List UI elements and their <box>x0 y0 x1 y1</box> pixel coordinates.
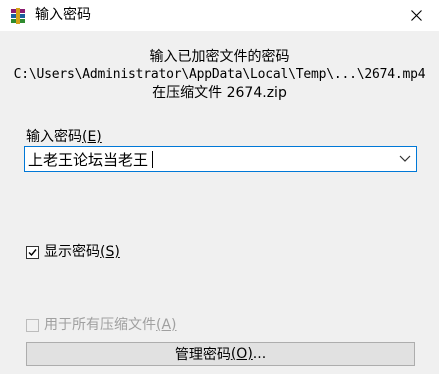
info-line-1: 输入已加密文件的密码 <box>149 49 290 65</box>
window-title: 输入密码 <box>35 7 91 23</box>
close-icon <box>410 10 422 21</box>
manage-passwords-button[interactable]: 管理密码 (O)... <box>26 342 415 366</box>
password-label: 输入密码(E) <box>26 129 102 145</box>
all-archives-accel: (A) <box>156 317 177 333</box>
close-button[interactable] <box>393 0 439 31</box>
all-archives-checkbox[interactable] <box>26 318 39 332</box>
all-archives-row[interactable]: 用于所有压缩文件 (A) <box>26 316 177 334</box>
checkmark-icon <box>28 248 37 256</box>
manage-passwords-ellipsis: ... <box>252 346 267 362</box>
chevron-down-icon[interactable] <box>399 155 411 163</box>
manage-passwords-accel: (O) <box>230 346 253 362</box>
file-path: C:\Users\Administrator\AppData\Local\Tem… <box>13 67 426 82</box>
password-combobox[interactable] <box>24 146 417 172</box>
archive-name: 在压缩文件 2674.zip <box>152 85 287 101</box>
all-archives-label: 用于所有压缩文件 <box>44 317 156 333</box>
show-password-row[interactable]: 显示密码 (S) <box>26 243 120 261</box>
show-password-accel: (S) <box>100 244 120 260</box>
show-password-label: 显示密码 <box>44 244 100 260</box>
title-bar: 输入密码 <box>0 0 439 31</box>
show-password-checkbox[interactable] <box>26 245 39 259</box>
password-input[interactable] <box>28 149 388 169</box>
text-caret <box>152 151 153 168</box>
password-accel: (E) <box>82 129 102 145</box>
winrar-icon <box>11 8 25 24</box>
manage-passwords-label: 管理密码 <box>174 347 231 363</box>
info-text: 输入已加密文件的密码 C:\Users\Administrator\AppDat… <box>0 48 439 102</box>
